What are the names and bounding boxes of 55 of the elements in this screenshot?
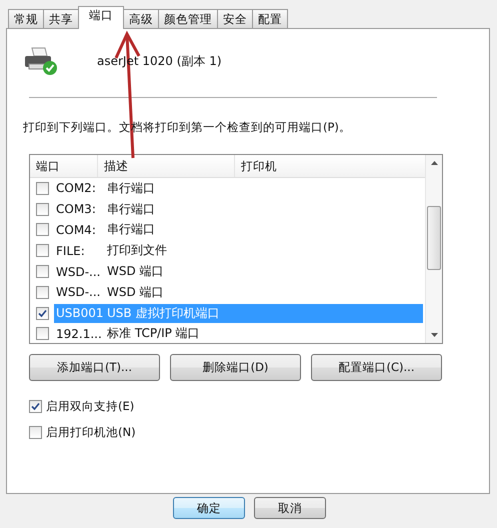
column-header[interactable]: 端口: [30, 155, 98, 177]
tab[interactable]: 颜色管理: [158, 9, 218, 28]
tab[interactable]: 共享: [43, 9, 79, 28]
port-button[interactable]: 配置端口(C)...: [311, 354, 442, 381]
port-name: 192.1...: [55, 326, 103, 341]
scrollbar[interactable]: [425, 155, 442, 343]
port-name: COM3:: [55, 202, 97, 216]
port-name: COM4:: [55, 222, 97, 237]
port-name: WSD-...: [55, 285, 102, 300]
list-row[interactable]: WSD-... WSD 端口: [54, 262, 423, 282]
scroll-down-icon[interactable]: [430, 333, 438, 337]
scroll-thumb[interactable]: [427, 206, 441, 270]
list-row[interactable]: COM2: 串行端口: [54, 178, 423, 198]
list-row[interactable]: COM3: 串行端口: [54, 200, 423, 219]
port-description: USB 虚拟打印机端口: [107, 304, 220, 322]
checkbox[interactable]: [36, 286, 49, 299]
tab[interactable]: 高级: [123, 9, 159, 28]
list-row[interactable]: 192.1... 标准 TCP/IP 端口: [54, 324, 423, 344]
port-description: WSD 端口: [107, 284, 165, 301]
checkbox[interactable]: [36, 306, 49, 320]
checkbox[interactable]: [36, 327, 49, 340]
checkbox[interactable]: [36, 202, 49, 216]
port-name: FILE:: [55, 244, 86, 258]
port-description: 打印到文件: [107, 242, 168, 260]
list-row[interactable]: WSD-... WSD 端口: [54, 282, 423, 302]
checkbox[interactable]: [36, 223, 49, 236]
port-description: 串行端口: [107, 200, 156, 218]
port-name: USB001: [55, 306, 105, 320]
port-description: 串行端口: [107, 221, 156, 238]
port-button[interactable]: 删除端口(D): [170, 354, 301, 381]
checkbox[interactable]: [29, 400, 42, 413]
checkbox-label: 启用打印机池(N): [46, 425, 136, 440]
checkbox[interactable]: [36, 182, 49, 195]
port-description: WSD 端口: [107, 263, 165, 280]
column-header[interactable]: 打印机: [235, 155, 425, 177]
dialog-button[interactable]: 确定: [173, 497, 245, 519]
list-row[interactable]: FILE: 打印到文件: [54, 241, 423, 260]
checkbox[interactable]: [36, 265, 49, 278]
tab[interactable]: 常规: [8, 9, 44, 28]
tab[interactable]: 配置: [252, 9, 288, 28]
tab[interactable]: 安全: [217, 9, 253, 28]
column-header[interactable]: 描述: [98, 155, 235, 177]
list-row[interactable]: COM4: 串行端口: [54, 220, 423, 240]
tab[interactable]: 端口: [78, 6, 124, 29]
dialog-button[interactable]: 取消: [254, 497, 326, 519]
port-button[interactable]: 添加端口(T)...: [29, 354, 160, 381]
port-description: 标准 TCP/IP 端口: [107, 325, 201, 342]
checkbox[interactable]: [29, 426, 42, 439]
scroll-up-icon[interactable]: [430, 161, 438, 165]
port-name: COM2:: [55, 181, 97, 196]
checkbox[interactable]: [36, 244, 49, 258]
checkbox-label: 启用双向支持(E): [46, 399, 134, 414]
printer-icon: [23, 46, 59, 76]
port-description: 串行端口: [107, 180, 156, 197]
port-name: WSD-...: [55, 264, 102, 279]
